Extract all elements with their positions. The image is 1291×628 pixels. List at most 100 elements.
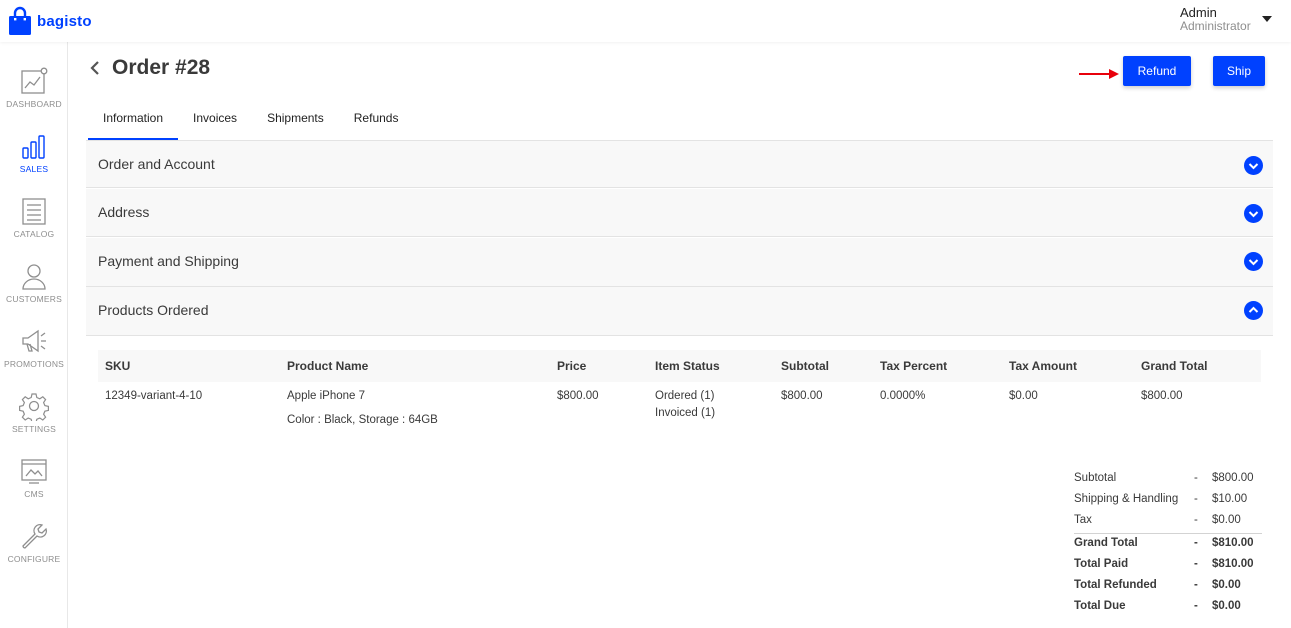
- brand-logo[interactable]: bagisto: [8, 6, 92, 36]
- cell-status-ordered: Ordered (1): [655, 390, 715, 402]
- cell-tax-amount: $0.00: [1009, 390, 1038, 402]
- page-title: Order #28: [112, 56, 211, 79]
- sidebar-item-customers[interactable]: CUSTOMERS: [0, 261, 68, 325]
- summary-separator: -: [1194, 514, 1198, 526]
- summary-value: $0.00: [1212, 579, 1241, 591]
- summary-label: Shipping & Handling: [1074, 493, 1179, 505]
- section-payment-and-shipping[interactable]: Payment and Shipping: [86, 238, 1273, 287]
- sales-icon: [22, 135, 45, 159]
- main-content: Order #28 Refund Ship Information Invoic…: [68, 42, 1291, 628]
- section-address[interactable]: Address: [86, 189, 1273, 237]
- sidebar-item-sales[interactable]: SALES: [0, 131, 68, 195]
- shopping-bag-icon: [9, 6, 31, 35]
- sidebar-item-label: DASHBOARD: [6, 99, 62, 109]
- user-menu[interactable]: Admin Administrator: [1180, 6, 1251, 33]
- column-header-item-status: Item Status: [655, 359, 720, 373]
- tab-shipments[interactable]: Shipments: [252, 102, 339, 140]
- sidebar-item-cms[interactable]: CMS: [0, 456, 68, 520]
- column-header-price: Price: [557, 359, 587, 373]
- summary-separator: -: [1194, 537, 1198, 549]
- summary-value: $10.00: [1212, 493, 1248, 505]
- summary-separator: -: [1194, 472, 1198, 484]
- summary-label: Total Paid: [1074, 558, 1129, 570]
- cms-icon: [21, 459, 47, 484]
- promotions-icon: [22, 329, 46, 353]
- summary-row-tax: Tax - $0.00: [1068, 514, 1258, 535]
- summary-row-total-paid: Total Paid - $810.00: [1068, 558, 1258, 579]
- chevron-down-icon[interactable]: [1244, 252, 1263, 271]
- catalog-icon: [22, 198, 46, 225]
- cell-sku: 12349-variant-4-10: [105, 390, 203, 402]
- sidebar-item-catalog[interactable]: CATALOG: [0, 196, 68, 260]
- chevron-down-icon[interactable]: [1244, 156, 1263, 175]
- sidebar-item-label: CUSTOMERS: [6, 294, 62, 304]
- table-header: SKU Product Name Price Item Status Subto…: [98, 350, 1261, 382]
- summary-row-grand-total: Grand Total - $810.00: [1068, 537, 1258, 558]
- column-header-tax-percent: Tax Percent: [880, 359, 948, 373]
- sidebar-item-label: SALES: [19, 164, 49, 174]
- order-tabs: Information Invoices Shipments Refunds: [88, 102, 413, 140]
- user-name: Admin: [1180, 5, 1217, 20]
- annotation-arrow-icon: [1079, 69, 1119, 79]
- sidebar-item-configure[interactable]: CONFIGURE: [0, 521, 68, 585]
- column-header-sku: SKU: [105, 359, 131, 373]
- cell-price: $800.00: [557, 390, 599, 402]
- section-title: Products Ordered: [98, 302, 209, 318]
- summary-label: Total Refunded: [1074, 579, 1157, 591]
- customers-icon: [22, 264, 46, 290]
- summary-separator: -: [1194, 558, 1198, 570]
- section-order-and-account[interactable]: Order and Account: [86, 140, 1273, 188]
- back-chevron-icon[interactable]: [88, 58, 102, 78]
- summary-value: $810.00: [1212, 558, 1254, 570]
- tab-information[interactable]: Information: [88, 102, 179, 140]
- chevron-down-icon[interactable]: [1244, 204, 1263, 223]
- cell-product-name: Apple iPhone 7: [287, 390, 366, 402]
- top-bar: bagisto Admin Administrator: [0, 0, 1291, 42]
- cell-subtotal: $800.00: [781, 390, 823, 402]
- sidebar-item-label: PROMOTIONS: [3, 359, 65, 369]
- ship-button[interactable]: Ship: [1213, 56, 1265, 86]
- summary-divider: [1074, 533, 1262, 534]
- summary-value: $0.00: [1212, 600, 1241, 612]
- column-header-tax-amount: Tax Amount: [1009, 359, 1077, 373]
- brand-name: bagisto: [37, 12, 92, 30]
- sidebar-item-label: CATALOG: [13, 229, 55, 239]
- column-header-product-name: Product Name: [287, 359, 369, 373]
- dashboard-icon: [21, 67, 48, 94]
- chevron-up-icon[interactable]: [1244, 301, 1263, 320]
- user-menu-caret-icon[interactable]: [1262, 16, 1272, 22]
- tab-invoices[interactable]: Invoices: [178, 102, 252, 140]
- section-title: Address: [98, 204, 150, 220]
- page-header: Order #28: [88, 56, 210, 80]
- settings-icon: [19, 393, 49, 421]
- sidebar: DASHBOARD SALES CATALOG CUSTOMERS PROMOT…: [0, 42, 68, 628]
- summary-row-subtotal: Subtotal - $800.00: [1068, 472, 1258, 493]
- column-header-grand-total: Grand Total: [1141, 359, 1208, 373]
- summary-label: Tax: [1074, 514, 1092, 526]
- section-products-ordered[interactable]: Products Ordered: [86, 287, 1273, 336]
- summary-row-shipping: Shipping & Handling - $10.00: [1068, 493, 1258, 514]
- sidebar-item-settings[interactable]: SETTINGS: [0, 391, 68, 455]
- sidebar-item-promotions[interactable]: PROMOTIONS: [0, 326, 68, 390]
- summary-separator: -: [1194, 579, 1198, 591]
- refund-button[interactable]: Refund: [1123, 56, 1191, 86]
- cell-product-options: Color : Black, Storage : 64GB: [287, 414, 438, 426]
- summary-separator: -: [1194, 600, 1198, 612]
- summary-label: Total Due: [1074, 600, 1126, 612]
- user-role: Administrator: [1180, 19, 1251, 33]
- summary-label: Subtotal: [1074, 472, 1117, 484]
- cell-grand-total: $800.00: [1141, 390, 1183, 402]
- section-title: Order and Account: [98, 156, 215, 172]
- cell-status-invoiced: Invoiced (1): [655, 407, 716, 419]
- summary-value: $810.00: [1212, 537, 1254, 549]
- column-header-subtotal: Subtotal: [781, 359, 829, 373]
- sidebar-item-label: CMS: [24, 489, 44, 499]
- summary-row-total-due: Total Due - $0.00: [1068, 600, 1258, 621]
- tab-refunds[interactable]: Refunds: [339, 102, 414, 140]
- summary-value: $800.00: [1212, 472, 1254, 484]
- sidebar-item-label: SETTINGS: [11, 424, 57, 434]
- summary-separator: -: [1194, 493, 1198, 505]
- summary-label: Grand Total: [1074, 537, 1138, 549]
- summary-row-total-refunded: Total Refunded - $0.00: [1068, 579, 1258, 600]
- sidebar-item-dashboard[interactable]: DASHBOARD: [0, 66, 68, 130]
